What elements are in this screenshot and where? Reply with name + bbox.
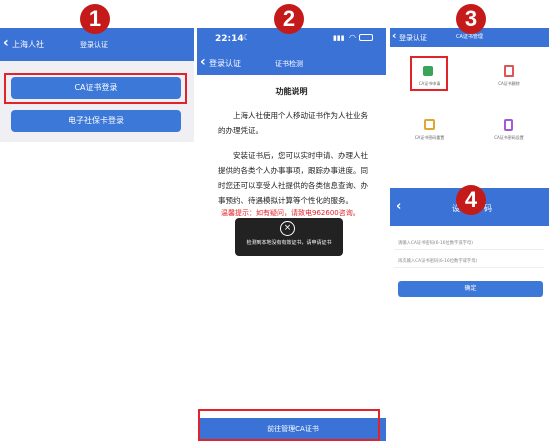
step-badge-4: 4 xyxy=(456,185,486,215)
password-confirm-input[interactable]: 再次输入CA证书密码(6-16位数字或字母) xyxy=(394,254,544,268)
tile-label: CA证书密码设置 xyxy=(494,135,524,140)
highlight-box-1 xyxy=(4,73,187,104)
step-badge-2: 2 xyxy=(274,4,304,34)
highlight-box-3 xyxy=(410,56,448,91)
password-reset-icon xyxy=(424,119,435,130)
back-chevron-icon[interactable]: ‹ xyxy=(392,29,397,42)
page-title: CA证书管理 xyxy=(456,34,483,40)
back-chevron-icon[interactable]: ‹ xyxy=(3,35,9,51)
step-badge-3: 3 xyxy=(456,4,486,34)
e-social-card-login-label: 电子社保卡登录 xyxy=(68,116,124,125)
wifi-icon: ◠ xyxy=(349,33,356,42)
password-input-placeholder: 请输入CA证书密码(6-16位数字或字母) xyxy=(398,241,473,246)
tile-ca-cert-password-reset[interactable]: CA证书密码重置 xyxy=(390,107,469,153)
toast-message: 检测到本地没有有效证书，请申请证书 xyxy=(246,240,332,246)
hint-text: 温馨提示：如有疑问，请致电962600咨询。 xyxy=(221,209,360,217)
signal-icon: ▮▮▮ xyxy=(333,34,345,42)
status-time: 22:14 xyxy=(215,34,244,44)
moon-icon: ☾ xyxy=(243,33,251,42)
back-chevron-icon[interactable]: ‹ xyxy=(200,54,206,70)
highlight-box-2 xyxy=(198,409,380,441)
password-input[interactable]: 请输入CA证书密码(6-16位数字或字母) xyxy=(394,236,544,250)
panel-set-password: ‹ 设 码 请输入CA证书密码(6-16位数字或字母) 再次输入CA证书密码(6… xyxy=(390,188,549,441)
confirm-label: 确定 xyxy=(464,285,477,292)
status-and-navbar: 22:14 ☾ ▮▮▮ ◠ ‹ 登录认证 证书检测 xyxy=(197,28,386,75)
info-paragraph-2: 安装证书后，您可以实时申请、办理人社提供的各类个人办事事项，跟踪办事进度。同时您… xyxy=(218,151,368,205)
back-label[interactable]: 登录认证 xyxy=(209,58,241,69)
page-title: 登录认证 xyxy=(80,41,108,49)
tile-label: CA证书密码重置 xyxy=(414,135,445,140)
battery-icon xyxy=(359,34,373,41)
e-social-card-login-button[interactable]: 电子社保卡登录 xyxy=(11,110,181,132)
back-chevron-icon[interactable]: ‹ xyxy=(396,199,401,214)
trash-icon xyxy=(504,65,514,77)
confirm-button[interactable]: 确定 xyxy=(398,281,543,297)
toast: × 检测到本地没有有效证书，请申请证书 xyxy=(235,218,343,256)
tile-ca-cert-password-set[interactable]: CA证书密码设置 xyxy=(469,107,549,153)
password-set-icon xyxy=(504,119,513,131)
back-label[interactable]: 上海人社 xyxy=(12,39,44,50)
step-badge-1: 1 xyxy=(80,4,110,34)
info-paragraph-1: 上海人社使用个人移动证书作为人社业务的办理凭证。 xyxy=(218,111,368,135)
back-label[interactable]: 登录认证 xyxy=(399,33,427,43)
tile-label: CA证书删除 xyxy=(498,81,520,86)
password-confirm-placeholder: 再次输入CA证书密码(6-16位数字或字母) xyxy=(398,259,478,264)
info-heading: 功能说明 xyxy=(275,87,308,96)
page-title: 证书检测 xyxy=(275,60,303,68)
close-circle-icon[interactable]: × xyxy=(280,221,295,236)
tile-ca-cert-delete[interactable]: CA证书删除 xyxy=(469,53,549,99)
panel-cert-check: 22:14 ☾ ▮▮▮ ◠ ‹ 登录认证 证书检测 功能说明 上海人社使用个人移… xyxy=(197,28,386,441)
